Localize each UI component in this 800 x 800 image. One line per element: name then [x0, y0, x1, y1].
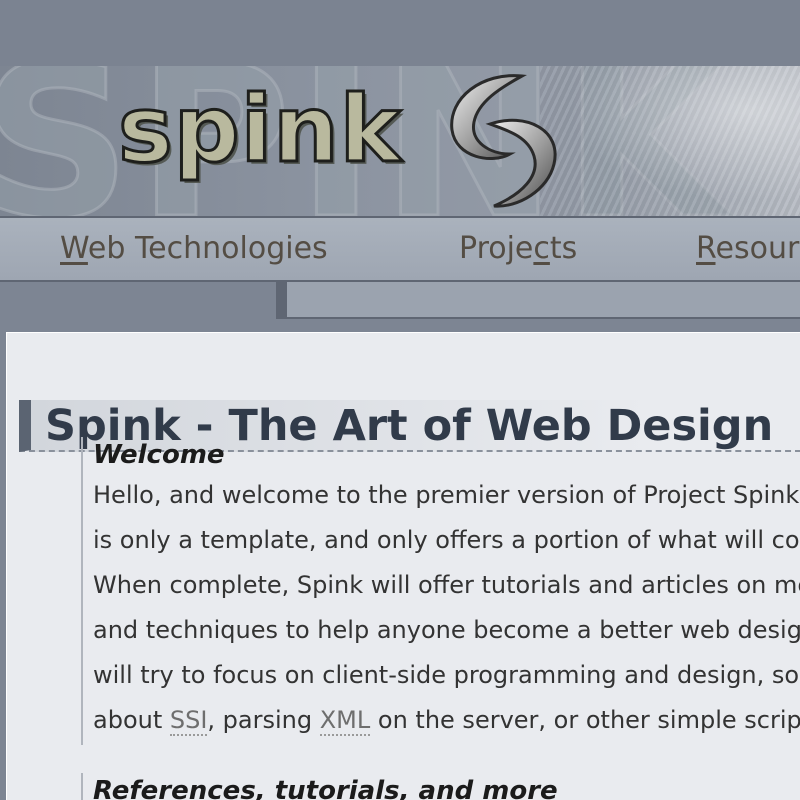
main-content: Spink - The Art of Web Design Welcome He…: [6, 332, 800, 800]
abbreviation-ssi[interactable]: SSI: [169, 706, 208, 736]
accesskey-letter: R: [696, 231, 716, 266]
paragraph-line: about SSI, parsing XML on the server, or…: [93, 698, 800, 743]
text-fragment: , parsing: [207, 706, 320, 734]
accesskey-letter: c: [533, 231, 550, 266]
welcome-section: Welcome Hello, and welcome to the premie…: [81, 437, 800, 745]
paragraph-line: Hello, and welcome to the premier versio…: [93, 481, 800, 509]
paragraph-line: is only a template, and only offers a po…: [93, 526, 800, 554]
paragraph-line: When complete, Spink will offer tutorial…: [93, 571, 800, 599]
nav-item-label: esources: [715, 231, 800, 266]
references-section: References, tutorials, and more: [81, 773, 800, 800]
page: SPINK spink Web Technologies Projects Re…: [0, 0, 800, 800]
nav-item-resources[interactable]: Resources: [696, 231, 800, 266]
text-fragment: about: [93, 706, 170, 734]
sub-navigation-bar: [276, 282, 800, 319]
section-heading: References, tutorials, and more: [93, 776, 558, 800]
accesskey-letter: W: [60, 231, 88, 266]
nav-item-label: Proje: [459, 231, 534, 266]
site-banner: SPINK spink: [0, 66, 800, 218]
paragraph-line: will try to focus on client-side program…: [93, 661, 800, 689]
top-bar: [0, 0, 800, 66]
main-navigation: Web Technologies Projects Resources: [0, 218, 800, 282]
swirl-logo-icon: [450, 74, 557, 208]
paragraph-line: and techniques to help anyone become a b…: [93, 616, 800, 644]
nav-item-label: ts: [549, 231, 578, 266]
nav-item-projects[interactable]: Projects: [459, 231, 577, 266]
nav-item-label: eb Technologies: [87, 231, 328, 266]
abbreviation-xml[interactable]: XML: [319, 706, 371, 736]
nav-item-web-technologies[interactable]: Web Technologies: [60, 231, 328, 266]
section-heading: Welcome: [93, 440, 225, 470]
site-logo-text[interactable]: spink: [117, 82, 403, 177]
text-fragment: on the server, or other simple scripts.: [370, 706, 800, 734]
